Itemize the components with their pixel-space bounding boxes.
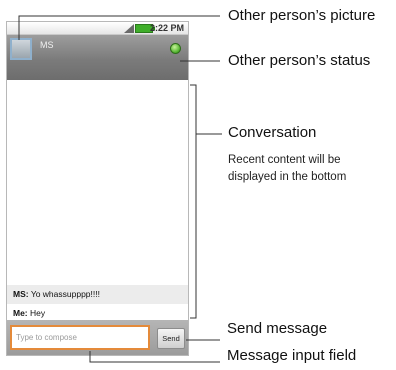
contact-name: MS xyxy=(40,40,54,50)
send-button[interactable]: Send xyxy=(157,328,185,349)
compose-input[interactable]: Type to compose xyxy=(10,325,150,350)
contact-status-icon xyxy=(170,43,181,54)
chat-header: MS xyxy=(7,35,188,80)
callout-conversation-desc-1: Recent content will be xyxy=(228,154,341,166)
callout-send: Send message xyxy=(227,320,328,337)
message-row: MS: Yo whassupppp!!!! xyxy=(7,285,188,304)
message-sender: Me: xyxy=(13,308,28,318)
phone-screen: 2:22 PM MS MS: Yo whassupppp!!!! Me: Hey… xyxy=(6,21,189,356)
contact-avatar[interactable] xyxy=(10,38,32,60)
callout-conversation-desc-2: displayed in the bottom xyxy=(228,171,347,183)
conversation-area[interactable]: MS: Yo whassupppp!!!! Me: Hey xyxy=(7,80,188,323)
callout-conversation-title: Conversation xyxy=(228,124,317,141)
status-bar: 2:22 PM xyxy=(7,22,188,35)
signal-icon xyxy=(124,24,134,33)
composer-bar: Type to compose Send xyxy=(7,320,188,355)
callout-input: Message input field xyxy=(227,347,357,364)
message-text: Yo whassupppp!!!! xyxy=(30,289,100,299)
clock: 2:22 PM xyxy=(149,23,184,33)
message-text: Hey xyxy=(30,308,46,318)
message-sender: MS: xyxy=(13,289,29,299)
callout-picture: Other person’s picture xyxy=(228,7,376,24)
callout-status: Other person’s status xyxy=(228,52,371,69)
